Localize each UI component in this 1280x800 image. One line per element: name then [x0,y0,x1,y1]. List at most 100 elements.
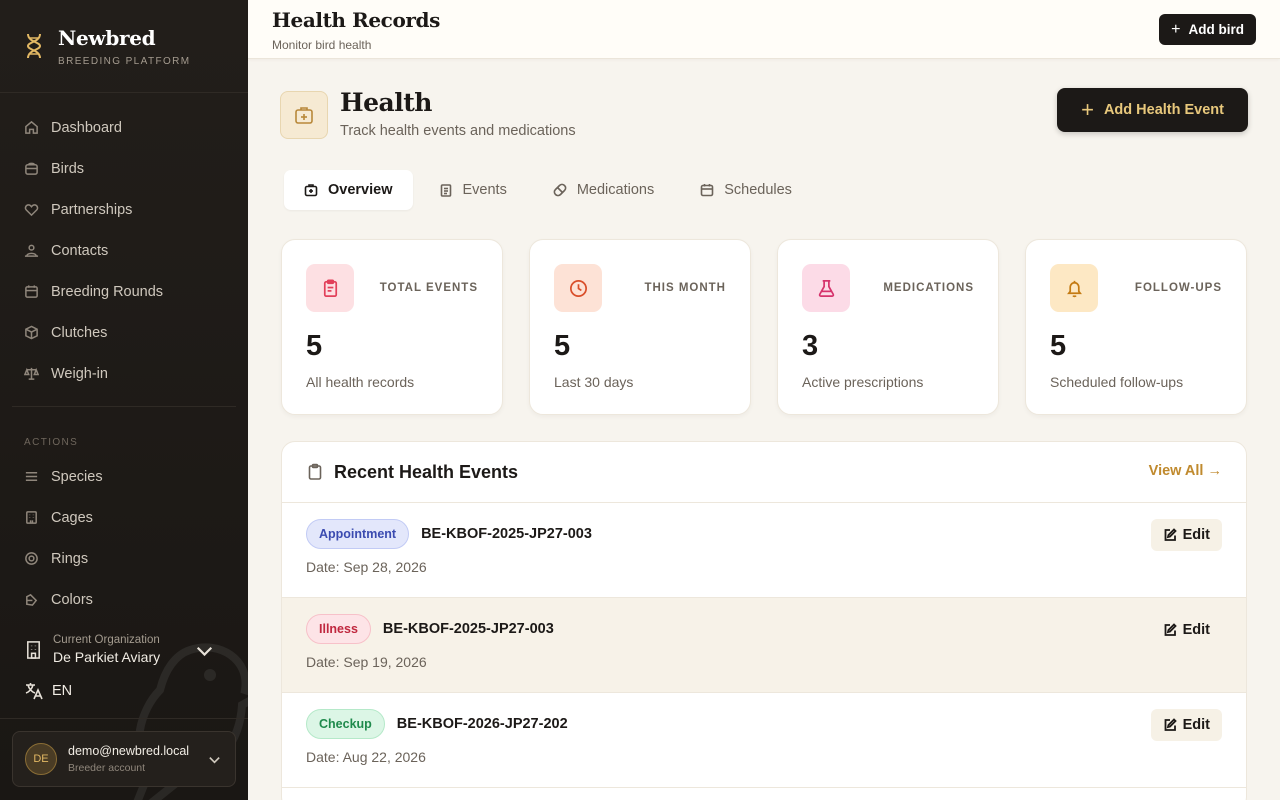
edit-icon [1164,528,1177,541]
pill-icon [553,183,567,197]
stat-icon-box [802,264,850,312]
language-switcher[interactable]: EN [24,681,72,701]
account-role: Breeder account [68,762,146,774]
edit-icon [1164,718,1177,731]
sidebar-item-label: Clutches [51,324,108,341]
sidebar-item-breeding-rounds[interactable]: Breeding Rounds [0,271,248,312]
tab-events[interactable]: Events [419,170,527,210]
list-item[interactable]: Illness BE-KBOF-2025-JP27-003 Date: Sep … [282,598,1246,693]
home-icon [25,120,38,134]
tab-label: Medications [576,182,655,198]
list-item[interactable]: Checkup BE-KBOF-2026-JP27-202 Date: Aug … [282,693,1246,788]
sidebar-item-colors[interactable]: Colors [0,579,248,620]
stat-card-medications: MEDICATIONS 3 Active prescriptions [777,239,999,415]
edit-label: Edit [1182,717,1210,733]
sidebar-item-label: Cages [51,509,93,526]
list-icon [25,472,38,481]
plus-icon: + [1171,20,1181,38]
stat-label: MEDICATIONS [883,282,974,294]
stat-icon-box [554,264,602,312]
recent-health-events: Recent Health Events View All → Appointm… [281,441,1247,800]
tab-label: Overview [328,182,393,198]
bird-ring-id: BE-KBOF-2026-JP27-202 [396,716,568,732]
main-content: Health Track health events and medicatio… [248,60,1280,800]
heart-icon [24,204,39,217]
event-type-badge: Checkup [306,709,385,739]
tab-medications[interactable]: Medications [533,170,674,210]
chevron-down-icon [209,757,220,764]
building-icon [27,640,40,659]
stat-icon-box [1050,264,1098,312]
bird-ring-id: BE-KBOF-2025-JP27-003 [421,526,592,542]
ring-icon [25,552,38,565]
edit-button[interactable]: Edit [1151,614,1222,646]
sidebar-item-label: Colors [51,591,93,608]
scale-icon [24,367,39,380]
organization-switcher[interactable]: Current Organization De Parkiet Aviary [24,631,224,667]
event-type-badge: Illness [306,614,371,644]
add-health-event-button[interactable]: + Add Health Event [1057,88,1248,132]
account-email: demo@newbred.local [68,744,190,758]
add-health-event-label: Add Health Event [1103,102,1224,118]
bell-icon [1066,280,1082,297]
sidebar-item-species[interactable]: Species [0,456,248,497]
medkit-icon [304,184,318,197]
tabs: Overview Events Medications Schedules [284,170,818,210]
stat-value: 5 [554,330,571,362]
sidebar-item-label: Breeding Rounds [51,283,164,300]
sidebar-item-partnerships[interactable]: Partnerships [0,189,248,230]
sidebar-item-rings[interactable]: Rings [0,538,248,579]
avatar: DE [25,743,57,775]
stat-value: 5 [1050,330,1067,362]
users-icon [24,244,39,257]
sidebar-item-label: Species [51,468,103,485]
sidebar-item-cages[interactable]: Cages [0,497,248,538]
edit-button[interactable]: Edit [1150,519,1222,551]
calendar-icon [700,184,714,197]
calendar-icon [25,285,38,298]
tab-schedules[interactable]: Schedules [680,170,812,210]
stat-card-this-month: THIS MONTH 5 Last 30 days [529,239,751,415]
recent-header: Recent Health Events View All → [282,442,1246,503]
nest-icon [25,162,38,175]
sidebar-item-label: Dashboard [51,119,122,136]
edit-button[interactable]: Edit [1150,709,1222,741]
add-bird-button[interactable]: + Add bird [1159,14,1256,45]
list-item[interactable]: Appointment BE-KBOF-2025-JP27-003 Date: … [282,503,1246,598]
account-menu[interactable]: DE demo@newbred.local Breeder account [12,731,236,787]
edit-label: Edit [1182,622,1210,638]
event-date: Date: Sep 19, 2026 [306,654,427,670]
clipboard-icon [308,463,322,480]
topbar: Health Records Monitor bird health + Add… [248,0,1280,59]
medkit-icon [295,107,313,124]
sidebar-item-birds[interactable]: Birds [0,148,248,189]
language-label: EN [52,683,73,699]
brand[interactable]: Newbred BREEDING PLATFORM [0,0,248,93]
sidebar-item-label: Weigh-in [51,365,108,382]
tab-overview[interactable]: Overview [284,170,413,210]
stat-value: 5 [306,330,323,362]
sidebar-section-label: ACTIONS [24,437,79,448]
clock-icon [569,279,587,297]
plus-icon: + [1081,97,1094,122]
clipboard-icon [323,279,337,297]
sidebar-item-weigh-in[interactable]: Weigh-in [0,353,248,394]
stat-label: THIS MONTH [644,282,726,294]
page-title: Health [340,88,432,117]
event-type-badge: Appointment [306,519,410,549]
clipboard-icon [440,184,451,197]
box-icon [25,325,38,340]
dna-logo-icon [26,33,42,59]
event-date: Date: Sep 28, 2026 [306,559,427,575]
view-all-link[interactable]: View All → [1149,463,1222,479]
sidebar-item-clutches[interactable]: Clutches [0,312,248,353]
palette-icon [26,593,38,606]
sidebar-item-label: Partnerships [51,201,133,218]
sidebar-item-dashboard[interactable]: Dashboard [0,107,248,148]
edit-icon [1164,623,1177,636]
stat-icon-box [306,264,354,312]
stat-card-follow-ups: FOLLOW-UPS 5 Scheduled follow-ups [1025,239,1247,415]
page-subtitle: Track health events and medications [340,123,576,139]
sidebar-item-contacts[interactable]: Contacts [0,230,248,271]
add-bird-label: Add bird [1188,22,1245,37]
